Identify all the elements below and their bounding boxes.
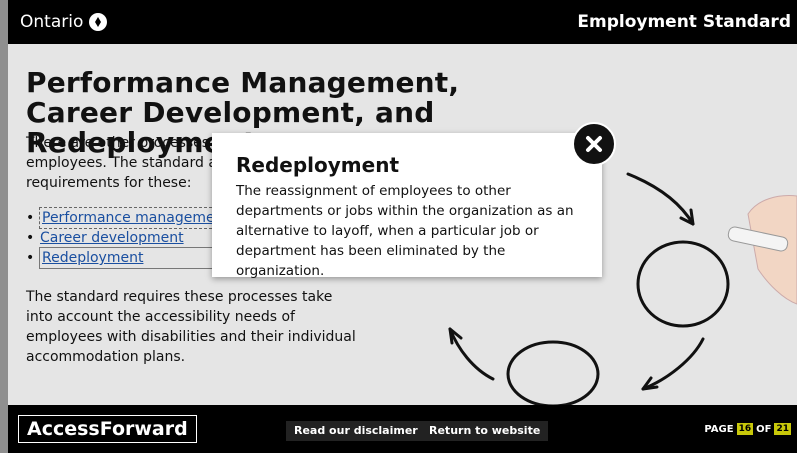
current-page: 16 [736,423,754,435]
close-popup-button[interactable] [572,122,616,166]
bottom-bar: AccessForward Read our disclaimer Return… [8,405,797,453]
app-frame: Ontario Employment Standard Performance … [0,0,797,453]
definition-popup: Redeployment The reassignment of employe… [212,133,602,279]
return-to-website-button[interactable]: Return to website [421,421,549,441]
disclaimer-button[interactable]: Read our disclaimer [286,421,426,441]
bullet-icon: • [26,210,35,226]
trillium-icon [89,13,108,31]
bullet-icon: • [26,250,35,266]
popup-body: The reassignment of employees to other d… [236,183,574,279]
hand-with-marker-icon [727,195,797,305]
brand-name: Ontario [20,12,84,32]
bullet-icon: • [26,230,35,246]
course-title: Employment Standard [577,12,791,32]
popup-title: Redeployment [236,153,399,177]
accessforward-logo: AccessForward [18,415,197,443]
page-label: PAGE [704,423,734,435]
top-bar: Ontario Employment Standard [8,0,797,44]
total-pages: 21 [774,423,791,435]
page-of-label: OF [756,423,772,435]
career-development-link[interactable]: Career development [40,228,184,248]
close-icon [586,136,602,152]
ontario-brand: Ontario [20,12,108,32]
body-paragraph: The standard requires these processes ta… [26,289,356,365]
page-indicator: PAGE 16 OF 21 [704,423,791,435]
performance-management-link[interactable]: Performance management [39,207,232,229]
